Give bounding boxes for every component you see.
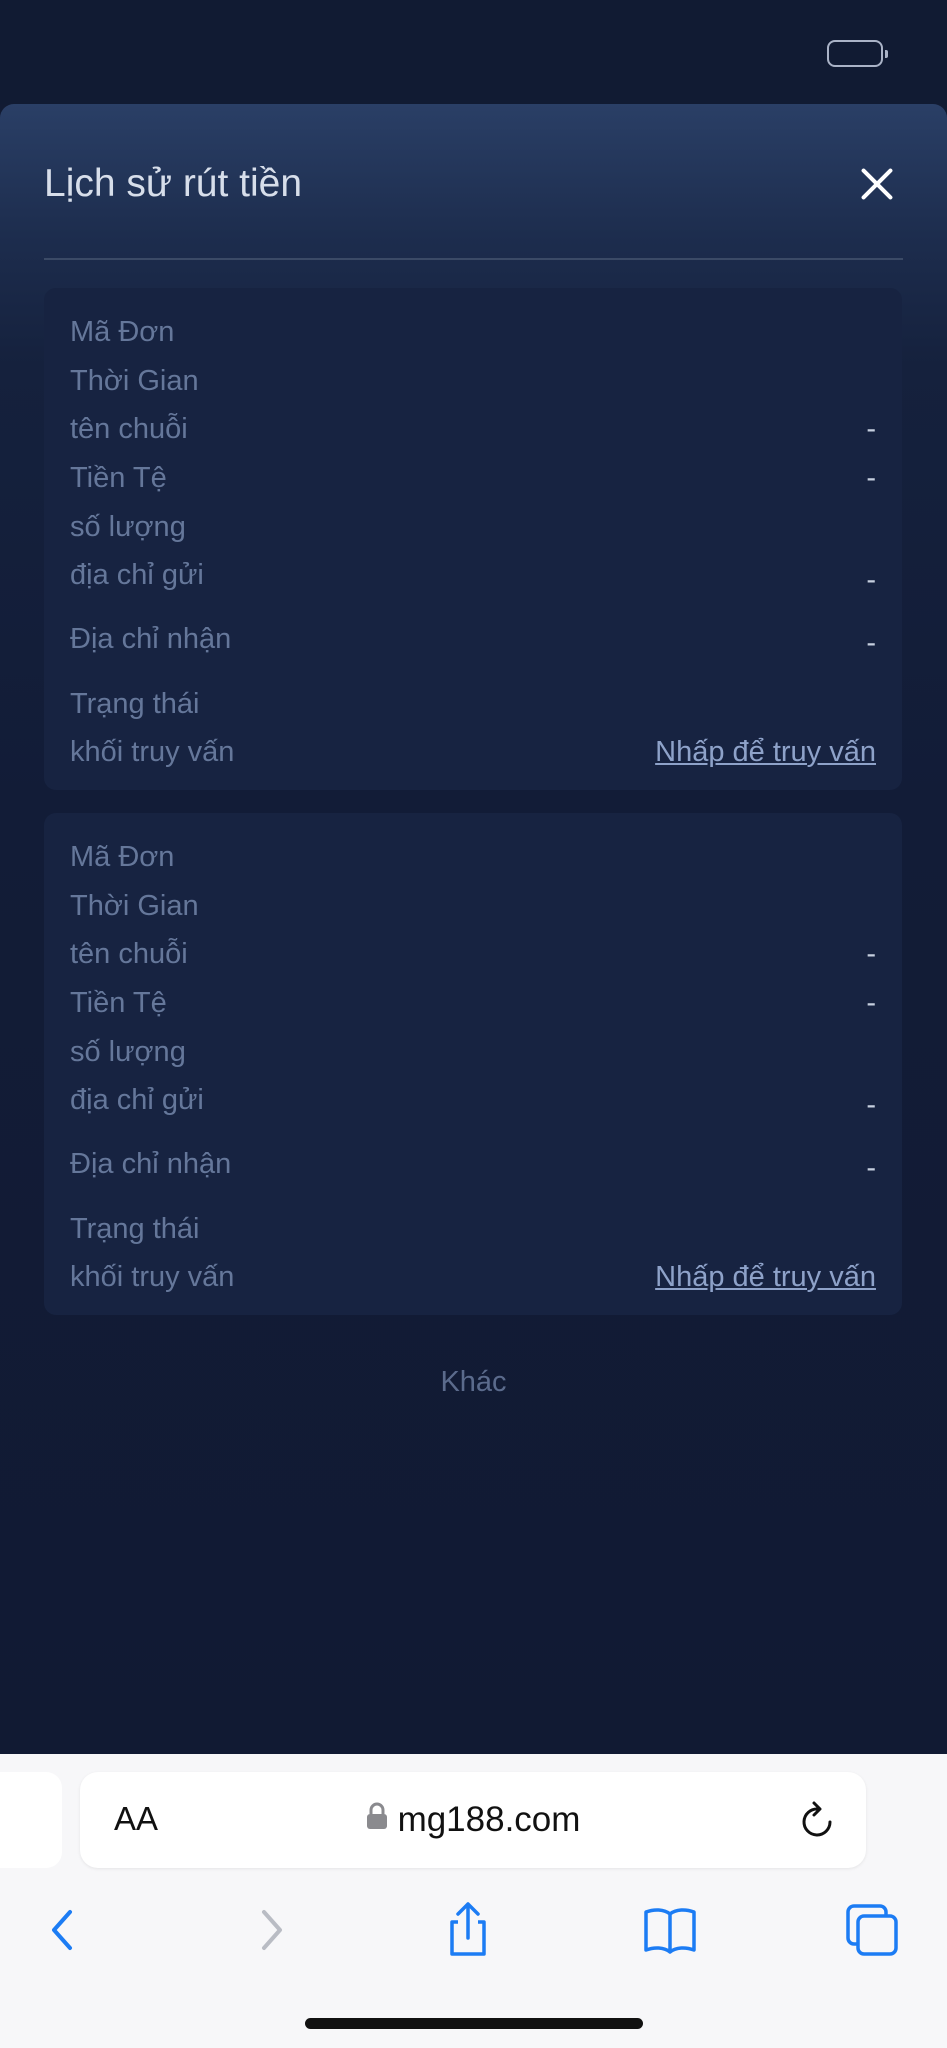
block-query-link[interactable]: Nhấp để truy vấn [655,736,876,769]
amount-label: số lượng [70,1035,186,1068]
block-query-link[interactable]: Nhấp để truy vấn [655,1261,876,1294]
block-query-label: khối truy vấn [70,735,235,768]
order-id-row: Mã Đơn [70,835,876,879]
sender-address-value: - [866,1088,876,1121]
amount-row: số lượng [70,505,876,549]
forward-icon[interactable] [240,1900,300,1960]
block-query-row: khối truy vấn Nhấp để truy vấn [70,730,876,774]
withdrawal-record-card: Mã Đơn Thời Gian tên chuỗi - Tiền Tệ - s… [44,813,902,1315]
status-label: Trạng thái [70,1212,200,1245]
currency-label: Tiền Tệ [70,986,167,1019]
time-label: Thời Gian [70,889,199,922]
lock-icon [366,1799,388,1839]
amount-row: số lượng [70,1030,876,1074]
chain-value: - [866,937,876,970]
time-label: Thời Gian [70,364,199,397]
sender-address-row: địa chỉ gửi - [70,553,876,597]
browser-toolbar [0,1880,947,1980]
block-query-row: khối truy vấn Nhấp để truy vấn [70,1255,876,1299]
tabs-icon[interactable] [842,1900,902,1960]
address-domain[interactable]: mg188.com [80,1800,866,1840]
status-row: Trạng thái [70,1207,876,1251]
currency-row: Tiền Tệ - [70,981,876,1025]
chain-label: tên chuỗi [70,937,188,970]
currency-value: - [866,461,876,494]
time-row: Thời Gian [70,359,876,403]
modal-title: Lịch sử rút tiền [44,162,303,205]
withdrawal-history-modal: Lịch sử rút tiền Mã Đơn Thời Gian tên ch… [0,104,947,1754]
chain-label: tên chuỗi [70,412,188,445]
receiver-address-value: - [866,626,876,659]
receiver-address-row: Địa chỉ nhận - [70,1142,876,1186]
reload-icon[interactable] [798,1798,838,1847]
home-indicator [305,2018,643,2029]
chain-row: tên chuỗi - [70,932,876,976]
order-id-label: Mã Đơn [70,840,175,873]
time-row: Thời Gian [70,884,876,928]
more-button[interactable]: Khác [0,1366,947,1399]
withdrawal-record-card: Mã Đơn Thời Gian tên chuỗi - Tiền Tệ - s… [44,288,902,790]
amount-label: số lượng [70,510,186,543]
receiver-address-label: Địa chỉ nhận [70,1147,232,1180]
previous-tab-preview[interactable] [0,1772,62,1868]
chain-value: - [866,412,876,445]
share-icon[interactable] [438,1900,498,1960]
receiver-address-row: Địa chỉ nhận - [70,617,876,661]
battery-icon [827,40,888,67]
browser-bottom-bar: AA mg188.com [0,1754,947,2048]
receiver-address-label: Địa chỉ nhận [70,622,232,655]
status-row: Trạng thái [70,682,876,726]
close-icon[interactable] [851,158,903,210]
currency-label: Tiền Tệ [70,461,167,494]
chain-row: tên chuỗi - [70,407,876,451]
sender-address-label: địa chỉ gửi [70,558,204,591]
order-id-row: Mã Đơn [70,310,876,354]
domain-text: mg188.com [397,1800,581,1839]
sender-address-label: địa chỉ gửi [70,1083,204,1116]
currency-row: Tiền Tệ - [70,456,876,500]
sender-address-row: địa chỉ gửi - [70,1078,876,1122]
status-bar [0,0,947,104]
currency-value: - [866,986,876,1019]
back-icon[interactable] [34,1900,94,1960]
status-label: Trạng thái [70,687,200,720]
order-id-label: Mã Đơn [70,315,175,348]
block-query-label: khối truy vấn [70,1260,235,1293]
modal-header: Lịch sử rút tiền [44,154,903,214]
sender-address-value: - [866,563,876,596]
receiver-address-value: - [866,1151,876,1184]
address-bar[interactable]: AA mg188.com [80,1772,866,1868]
bookmarks-icon[interactable] [640,1900,700,1960]
header-divider [44,258,903,260]
